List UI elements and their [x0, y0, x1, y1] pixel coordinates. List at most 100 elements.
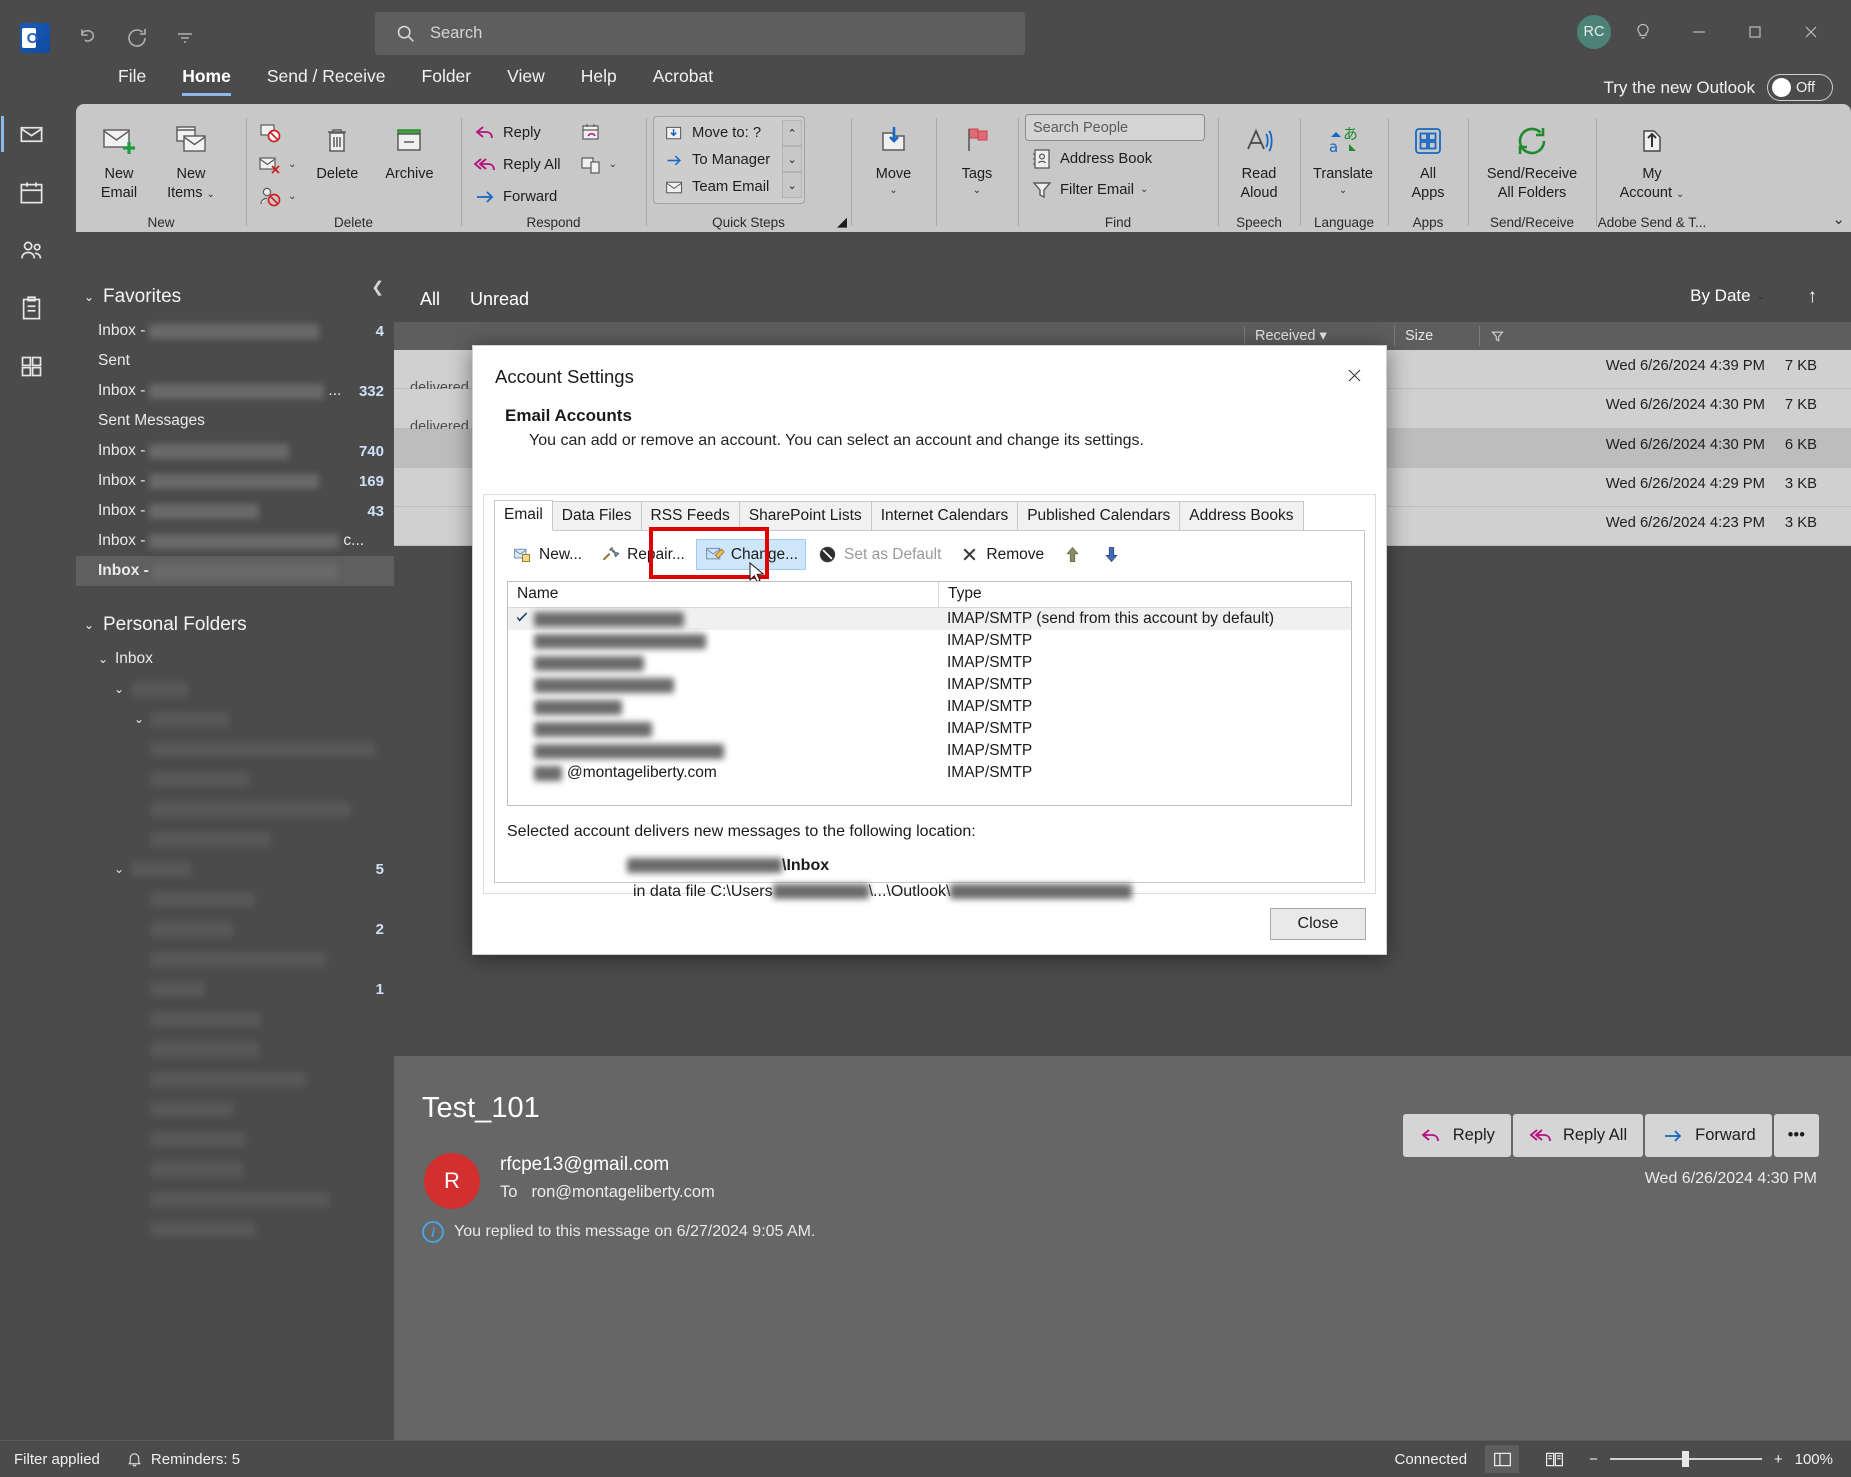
account-row[interactable]: xx IMAP/SMTP (send from this account by d…	[508, 608, 1351, 630]
new-email-button[interactable]: New Email	[83, 110, 155, 201]
personal-folder-item[interactable]: xx	[76, 1004, 394, 1034]
dialog-close-icon[interactable]	[1332, 356, 1376, 394]
reply-all-button[interactable]: Reply All	[468, 149, 566, 180]
tab-help[interactable]: Help	[563, 62, 635, 96]
favorites-item[interactable]: Inbox - xx... 332	[76, 376, 394, 406]
chevron-down-icon[interactable]: ⌄	[98, 652, 111, 666]
chevron-down-icon[interactable]: ⌄	[134, 712, 147, 726]
send-receive-all-folders-button[interactable]: Send/Receive All Folders	[1475, 110, 1589, 201]
reply-all-action-button[interactable]: Reply All	[1512, 1114, 1644, 1157]
personal-folder-item[interactable]: xx	[76, 794, 394, 824]
favorites-item[interactable]: Inbox - xx 169	[76, 466, 394, 496]
send-receive-icon[interactable]	[124, 25, 150, 51]
personal-folder-item[interactable]: xx 2	[76, 914, 394, 944]
forward-action-button[interactable]: Forward	[1645, 1114, 1772, 1157]
chevron-down-icon[interactable]: ⌄	[114, 862, 127, 876]
repair-button[interactable]: Repair...	[593, 540, 692, 569]
personal-folder-item[interactable]: xx	[76, 944, 394, 974]
favorites-item[interactable]: Inbox - xx 43	[76, 496, 394, 526]
reading-view-icon[interactable]	[1537, 1445, 1571, 1473]
rail-item-tasks[interactable]	[7, 284, 55, 332]
favorites-item[interactable]: Inbox - xxc...	[76, 526, 394, 556]
undo-icon[interactable]	[76, 25, 102, 51]
block-sender-button[interactable]: ⌄	[253, 181, 301, 212]
column-size[interactable]: Size	[1394, 326, 1479, 346]
personal-folder-item[interactable]: xx	[76, 1094, 394, 1124]
account-row[interactable]: xx @montageliberty.com IMAP/SMTP	[508, 762, 1351, 784]
quickstep-move-to[interactable]: Move to: ?	[658, 120, 776, 146]
dialog-tab-rss-feeds[interactable]: RSS Feeds	[640, 501, 740, 531]
collapse-folder-pane-button[interactable]: ❮	[371, 278, 384, 296]
delete-button[interactable]: Delete	[301, 110, 373, 183]
personal-folder-item[interactable]: ⌄ Inbox	[76, 644, 394, 674]
account-row[interactable]: xx IMAP/SMTP	[508, 674, 1351, 696]
personal-folder-item[interactable]: xx	[76, 1064, 394, 1094]
quickstep-to-manager[interactable]: To Manager	[658, 147, 776, 173]
move-down-button[interactable]	[1094, 540, 1129, 569]
favorites-item[interactable]: Inbox - xx	[76, 556, 394, 586]
zoom-out-button[interactable]: −	[1589, 1451, 1598, 1468]
junk-button[interactable]: ⌄	[253, 149, 301, 180]
quicksteps-dialog-launcher[interactable]: ◢	[837, 214, 847, 230]
rail-item-mail[interactable]	[1, 110, 55, 158]
quickstep-team-email[interactable]: Team Email	[658, 174, 776, 200]
read-aloud-button[interactable]: Read Aloud	[1225, 110, 1293, 201]
favorites-item[interactable]: Inbox - xx 4	[76, 316, 394, 346]
zoom-slider-knob[interactable]	[1681, 1451, 1689, 1467]
move-button[interactable]: Move ⌄	[858, 110, 929, 196]
sort-by-date-button[interactable]: By Date ⌄	[1690, 286, 1765, 306]
accounts-column-type[interactable]: Type	[938, 582, 1351, 607]
ribbon-collapse-button[interactable]: ⌄	[1832, 210, 1845, 228]
favorites-item[interactable]: Inbox - xx 740	[76, 436, 394, 466]
column-received[interactable]: Received ▾	[1244, 326, 1394, 346]
scroll-up-icon[interactable]: ⌃	[782, 120, 803, 146]
account-row[interactable]: xx IMAP/SMTP	[508, 652, 1351, 674]
dialog-tab-data-files[interactable]: Data Files	[551, 501, 642, 531]
dialog-tab-email[interactable]: Email	[494, 500, 553, 531]
rail-item-more-apps[interactable]	[7, 342, 55, 390]
tab-home[interactable]: Home	[164, 62, 249, 96]
dialog-tab-sharepoint-lists[interactable]: SharePoint Lists	[738, 501, 872, 531]
forward-button[interactable]: Forward	[468, 181, 566, 212]
reminders-status[interactable]: Reminders: 5	[126, 1451, 240, 1468]
reply-button[interactable]: Reply	[468, 117, 566, 148]
filter-email-button[interactable]: Filter Email ⌄	[1025, 174, 1205, 205]
ignore-button[interactable]	[253, 117, 301, 148]
dialog-tab-published-calendars[interactable]: Published Calendars	[1017, 501, 1181, 531]
personal-folder-item[interactable]: xx	[76, 764, 394, 794]
filter-unread[interactable]: Unread	[470, 289, 529, 310]
scroll-down-icon[interactable]: ⌄	[782, 146, 803, 172]
rail-item-calendar[interactable]	[7, 168, 55, 216]
zoom-slider-track[interactable]	[1609, 1451, 1762, 1467]
personal-folder-item[interactable]: ⌄ xx	[76, 674, 394, 704]
tab-send-receive[interactable]: Send / Receive	[249, 62, 404, 96]
translate-button[interactable]: aあ Translate ⌄	[1307, 110, 1379, 196]
tags-button[interactable]: Tags ⌄	[943, 110, 1011, 196]
new-outlook-toggle[interactable]: Off	[1767, 74, 1833, 101]
tab-acrobat[interactable]: Acrobat	[635, 62, 731, 96]
account-row[interactable]: xx IMAP/SMTP	[508, 630, 1351, 652]
more-actions-button[interactable]: •••	[1773, 1114, 1819, 1157]
try-new-outlook-control[interactable]: Try the new Outlook Off	[1604, 74, 1833, 101]
move-up-button[interactable]	[1055, 540, 1090, 569]
dialog-tab-address-books[interactable]: Address Books	[1179, 501, 1304, 531]
address-book-button[interactable]: Address Book	[1025, 143, 1205, 174]
account-row[interactable]: xx IMAP/SMTP	[508, 696, 1351, 718]
tab-folder[interactable]: Folder	[404, 62, 490, 96]
favorites-item[interactable]: Sent Messages	[76, 406, 394, 436]
my-account-button[interactable]: My Account ⌄	[1603, 110, 1701, 201]
minimize-button[interactable]	[1675, 10, 1723, 54]
filter-all[interactable]: All	[420, 289, 440, 310]
accounts-column-name[interactable]: Name	[508, 582, 938, 607]
zoom-in-button[interactable]: +	[1774, 1451, 1783, 1468]
quick-steps-scrollbar[interactable]: ⌃ ⌄ ⌄	[782, 120, 803, 198]
lightbulb-icon[interactable]	[1619, 10, 1667, 54]
personal-folder-item[interactable]: xx	[76, 824, 394, 854]
customize-qat-icon[interactable]	[172, 25, 198, 51]
flag-filter-icon[interactable]	[1479, 326, 1523, 346]
favorites-header[interactable]: ⌄ Favorites	[76, 276, 394, 316]
dialog-tab-internet-calendars[interactable]: Internet Calendars	[870, 501, 1019, 531]
search-input[interactable]: Search	[375, 12, 1025, 55]
close-button[interactable]	[1787, 10, 1835, 54]
meeting-button[interactable]	[574, 117, 622, 148]
